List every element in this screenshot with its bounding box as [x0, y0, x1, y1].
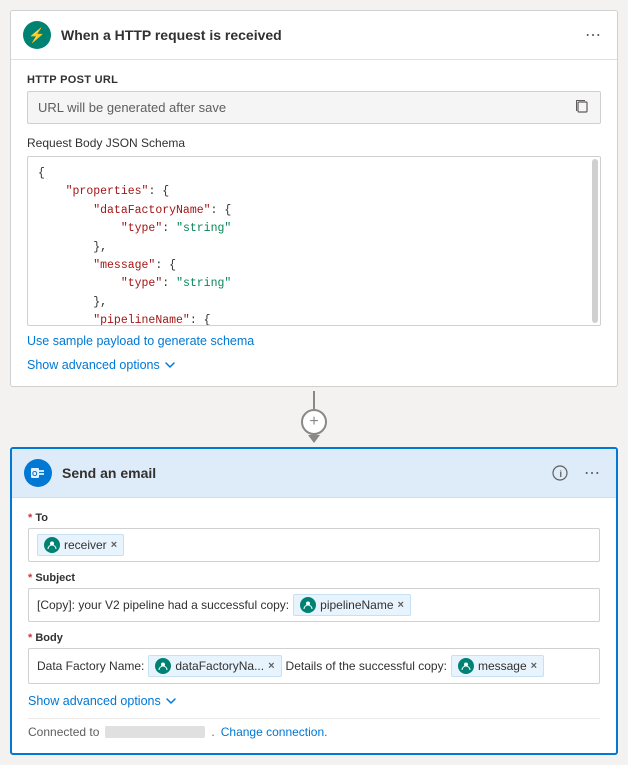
subject-input[interactable]: [Copy]: your V2 pipeline had a successfu…: [28, 588, 600, 622]
body-tag-message: message ×: [451, 655, 544, 677]
email-more-options-button[interactable]: ⋯: [580, 461, 604, 485]
email-card-header: O Send an email i ⋯: [12, 449, 616, 498]
email-card-title: Send an email: [62, 465, 538, 481]
add-step-button[interactable]: +: [301, 409, 327, 435]
http-post-url-label: HTTP POST URL: [27, 74, 601, 86]
to-label: To: [28, 512, 600, 524]
user-icon: [47, 540, 57, 550]
to-tag-label: receiver: [64, 538, 107, 552]
to-tag-close-button[interactable]: ×: [111, 540, 117, 551]
connector-arrow: [308, 435, 320, 443]
code-line-4: "type": "string": [38, 220, 590, 238]
body-label: Body: [28, 632, 600, 644]
connected-to-label: Connected to: [28, 725, 99, 739]
email-card-menu: i ⋯: [548, 461, 604, 485]
code-line-9: "pipelineName": {: [38, 312, 590, 326]
subject-tag-close-button[interactable]: ×: [398, 600, 404, 611]
http-card-header: ⚡ When a HTTP request is received ⋯: [11, 11, 617, 60]
pipeline-tag-icon: [300, 597, 316, 613]
http-card-menu: ⋯: [581, 23, 605, 47]
code-line-6: "message": {: [38, 257, 590, 275]
connector-line-top: [313, 391, 315, 409]
subject-field: Subject [Copy]: your V2 pipeline had a s…: [28, 572, 600, 622]
connection-name-placeholder: [105, 726, 205, 738]
datafactory-tag-icon: [155, 658, 171, 674]
step-connector: +: [10, 387, 618, 447]
code-line-2: "properties": {: [38, 183, 590, 201]
http-card-body: HTTP POST URL URL will be generated afte…: [11, 60, 617, 386]
http-advanced-options-label: Show advanced options: [27, 358, 160, 372]
email-advanced-options-toggle[interactable]: Show advanced options: [28, 694, 177, 708]
subject-prefix-text: [Copy]: your V2 pipeline had a successfu…: [37, 598, 289, 612]
http-card-icon: ⚡: [23, 21, 51, 49]
to-field: To receiver ×: [28, 512, 600, 562]
code-line-1: {: [38, 165, 590, 183]
body-prefix-text: Data Factory Name:: [37, 659, 144, 673]
data-icon-3: [461, 661, 471, 671]
svg-text:O: O: [32, 471, 38, 478]
body-separator-text: Details of the successful copy:: [286, 659, 447, 673]
info-icon: i: [552, 465, 568, 481]
json-schema-editor[interactable]: { "properties": { "dataFactoryName": { "…: [27, 156, 601, 326]
email-card-body: To receiver × Su: [12, 498, 616, 753]
to-input[interactable]: receiver ×: [28, 528, 600, 562]
data-icon: [303, 600, 313, 610]
body-tag1-close-button[interactable]: ×: [268, 661, 274, 672]
body-tag-datafactory: dataFactoryNa... ×: [148, 655, 281, 677]
chevron-down-icon-email: [165, 695, 177, 707]
url-placeholder-text: URL will be generated after save: [38, 100, 566, 115]
body-tag2-label: message: [478, 659, 527, 673]
connected-to-row: Connected to . Change connection.: [28, 718, 600, 739]
change-connection-link[interactable]: Change connection.: [221, 725, 328, 739]
svg-text:i: i: [560, 469, 563, 479]
body-input[interactable]: Data Factory Name: dataFactoryNa... × De…: [28, 648, 600, 684]
data-icon-2: [158, 661, 168, 671]
body-tag2-close-button[interactable]: ×: [531, 661, 537, 672]
http-advanced-options-toggle[interactable]: Show advanced options: [27, 358, 176, 372]
body-field: Body Data Factory Name: dataFactoryNa...…: [28, 632, 600, 684]
http-request-card: ⚡ When a HTTP request is received ⋯ HTTP…: [10, 10, 618, 387]
url-field: URL will be generated after save: [27, 91, 601, 124]
subject-label: Subject: [28, 572, 600, 584]
send-email-card: O Send an email i ⋯ To: [10, 447, 618, 755]
email-card-icon: O: [24, 459, 52, 487]
http-card-title: When a HTTP request is received: [61, 27, 571, 43]
code-line-5: },: [38, 239, 590, 257]
to-tag-receiver: receiver ×: [37, 534, 124, 556]
subject-tag-label: pipelineName: [320, 598, 393, 612]
add-step-icon: +: [309, 413, 318, 431]
http-more-options-button[interactable]: ⋯: [581, 23, 605, 47]
receiver-tag-icon: [44, 537, 60, 553]
json-schema-label: Request Body JSON Schema: [27, 136, 601, 150]
code-line-7: "type": "string": [38, 275, 590, 293]
chevron-down-icon: [164, 359, 176, 371]
sample-payload-link[interactable]: Use sample payload to generate schema: [27, 334, 254, 348]
code-line-3: "dataFactoryName": {: [38, 202, 590, 220]
code-line-8: },: [38, 294, 590, 312]
email-advanced-options-label: Show advanced options: [28, 694, 161, 708]
copy-url-button[interactable]: [574, 98, 590, 117]
outlook-icon: O: [29, 464, 47, 482]
message-tag-icon: [458, 658, 474, 674]
body-tag1-label: dataFactoryNa...: [175, 659, 264, 673]
scrollbar[interactable]: [592, 159, 598, 323]
email-info-button[interactable]: i: [548, 463, 572, 483]
connected-separator: .: [211, 725, 214, 739]
subject-tag-pipeline: pipelineName ×: [293, 594, 411, 616]
